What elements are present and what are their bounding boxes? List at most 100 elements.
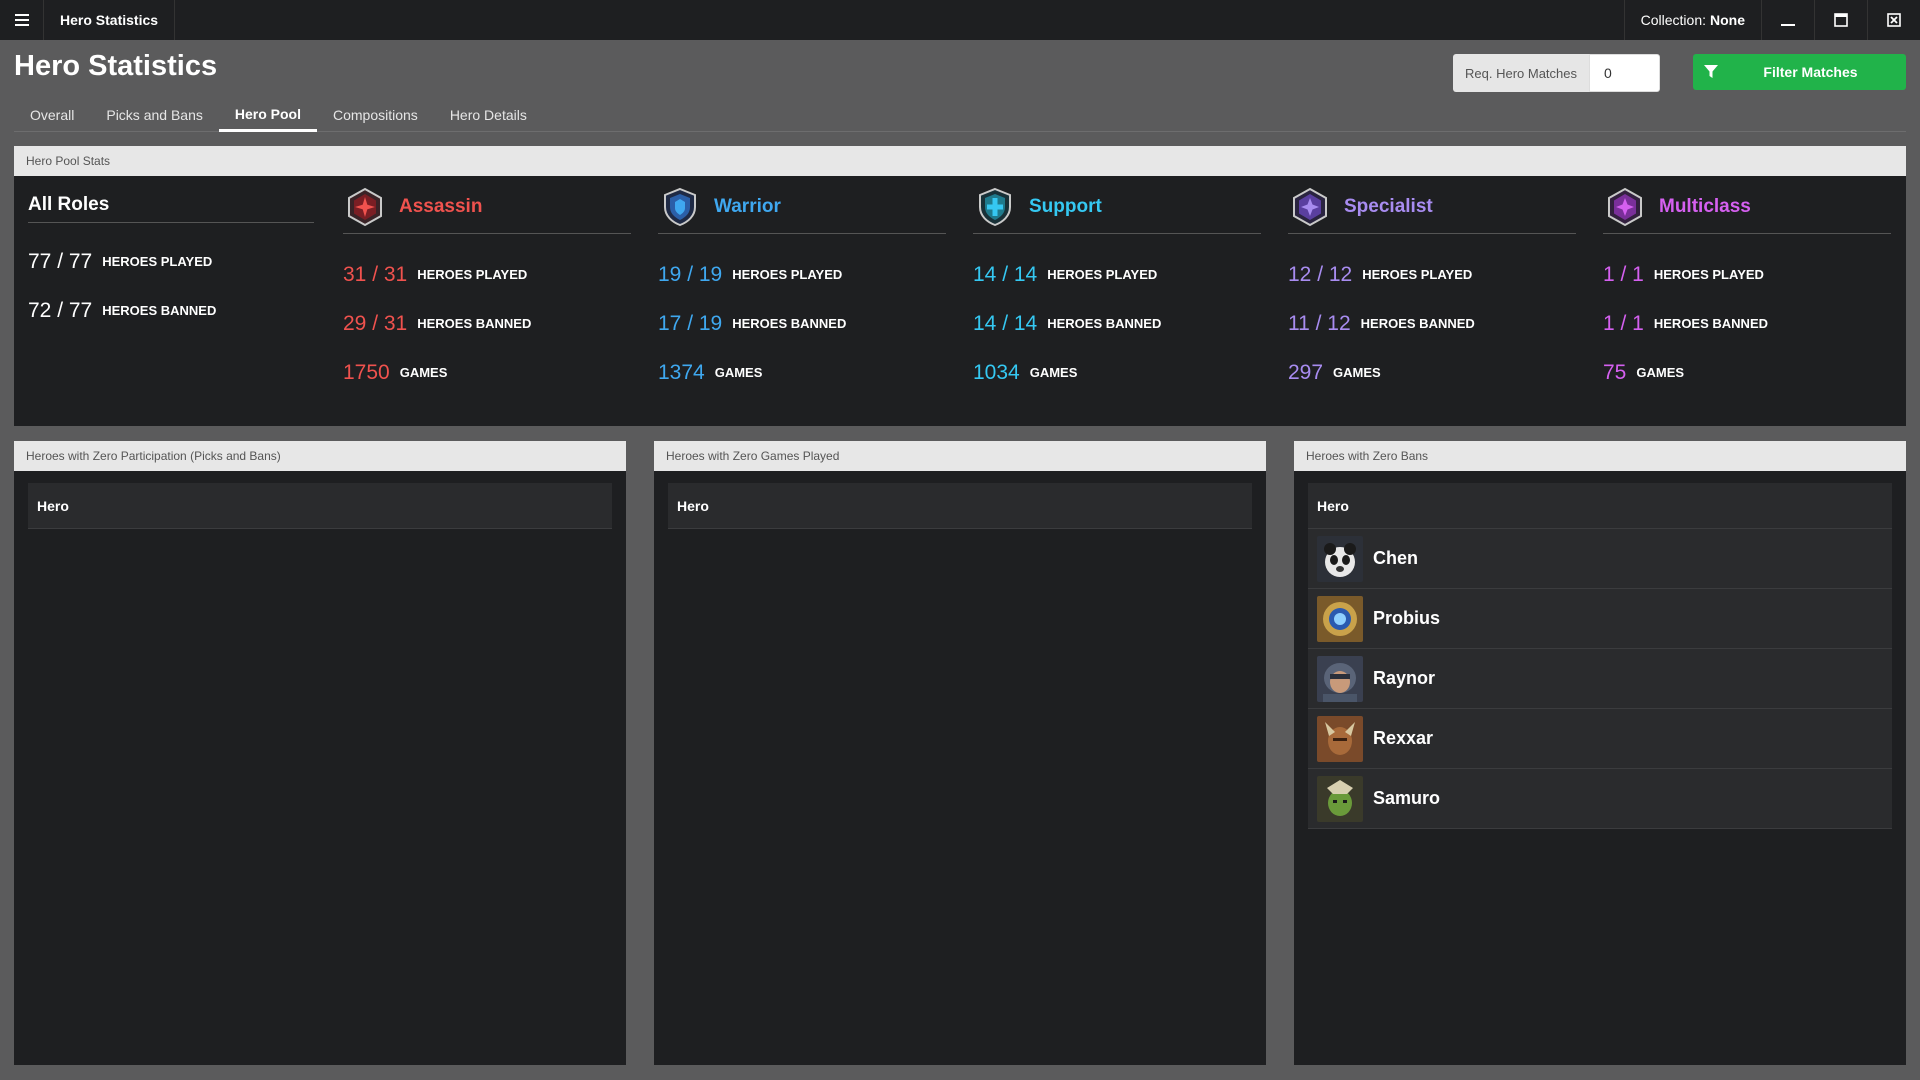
role-multiclass: Multiclass 1 / 1 HEROES PLAYED 1 / 1 HEROE… xyxy=(1603,180,1891,397)
hero-column-header[interactable]: Hero xyxy=(668,483,1252,529)
specialist-icon xyxy=(1293,187,1327,226)
req-hero-matches-input[interactable] xyxy=(1589,54,1660,92)
banned-value: 11 / 12 xyxy=(1288,311,1351,335)
table-row[interactable]: Rexxar xyxy=(1308,709,1892,769)
games-value: 1034 xyxy=(973,360,1020,384)
hero-name: Raynor xyxy=(1373,668,1436,688)
games-label: GAMES xyxy=(1029,365,1078,380)
games-label: GAMES xyxy=(1333,365,1381,380)
played-label: HEROES PLAYED xyxy=(1047,267,1158,282)
hamburger-menu-button[interactable] xyxy=(0,0,44,40)
hero-pool-stats-panel: Hero Pool Stats All Roles 77 / 77 HEROES… xyxy=(14,146,1906,426)
probius-portrait xyxy=(1317,595,1363,642)
banned-label: HEROES BANNED xyxy=(1653,316,1768,331)
collection-value: None xyxy=(1710,12,1745,28)
played-label: HEROES PLAYED xyxy=(1653,267,1764,282)
maximize-button[interactable] xyxy=(1814,0,1867,40)
role-assassin: Assassin 31 / 31 HEROES PLAYED 29 / 31 HER… xyxy=(343,180,631,397)
played-value: 1 / 1 xyxy=(1603,262,1644,286)
table-row[interactable]: Probius xyxy=(1308,589,1892,649)
role-support: Support 14 / 14 HEROES PLAYED 14 / 14 HERO… xyxy=(973,180,1261,397)
filter-icon xyxy=(1693,65,1729,79)
all-roles-played: 77 / 77 HEROES PLAYED xyxy=(28,237,314,286)
filter-matches-label: Filter Matches xyxy=(1763,64,1858,80)
zero-games-title: Heroes with Zero Games Played xyxy=(654,441,1266,471)
banned-label: HEROES BANNED xyxy=(417,316,532,331)
games-value: 1374 xyxy=(658,360,705,384)
games-label: GAMES xyxy=(714,365,763,380)
banned-value: 17 / 19 xyxy=(658,311,723,335)
games-value: 1750 xyxy=(343,360,390,384)
role-warrior: Warrior 19 / 19 HEROES PLAYED 17 / 19 HERO… xyxy=(658,180,946,397)
hero-name: Chen xyxy=(1373,548,1418,568)
title-bar: Hero Statistics Collection: None xyxy=(0,0,1920,40)
raynor-portrait xyxy=(1317,655,1363,702)
played-value: 12 / 12 xyxy=(1288,262,1353,286)
banned-label: HEROES BANNED xyxy=(732,316,847,331)
warrior-icon xyxy=(664,187,696,226)
all-roles-played-label: HEROES PLAYED xyxy=(102,254,213,269)
req-hero-matches-group: Req. Hero Matches xyxy=(1453,54,1660,92)
games-label: GAMES xyxy=(1636,365,1685,380)
collection-selector[interactable]: Collection: None xyxy=(1623,0,1761,40)
banned-value: 1 / 1 xyxy=(1603,311,1644,335)
tab-picks-and-bans[interactable]: Picks and Bans xyxy=(90,98,219,132)
all-roles-banned: 72 / 77 HEROES BANNED xyxy=(28,286,314,335)
table-row[interactable]: Samuro xyxy=(1308,769,1892,829)
role-name: Support xyxy=(1029,195,1102,217)
games-value: 75 xyxy=(1603,360,1627,384)
hamburger-icon xyxy=(14,14,29,26)
tab-hero-pool[interactable]: Hero Pool xyxy=(218,98,317,132)
minimize-icon xyxy=(1781,24,1795,26)
played-label: HEROES PLAYED xyxy=(417,267,528,282)
hero-name: Samuro xyxy=(1373,788,1441,808)
zero-participation-table: Hero xyxy=(28,483,612,529)
zero-bans-table: Hero Chen Probius Raynor Rexxar Samuro xyxy=(1308,483,1892,829)
played-label: HEROES PLAYED xyxy=(732,267,843,282)
played-value: 14 / 14 xyxy=(973,262,1038,286)
close-button[interactable] xyxy=(1867,0,1920,40)
role-name: Assassin xyxy=(399,195,483,217)
tab-compositions[interactable]: Compositions xyxy=(317,98,434,132)
hero-pool-stats-title: Hero Pool Stats xyxy=(14,146,1906,176)
hero-name: Probius xyxy=(1373,608,1441,628)
banned-label: HEROES BANNED xyxy=(1047,316,1162,331)
table-row[interactable]: Chen xyxy=(1308,529,1892,589)
rexxar-portrait xyxy=(1317,715,1363,762)
support-icon xyxy=(979,187,1011,226)
multiclass-icon xyxy=(1608,187,1642,226)
tab-hero-details[interactable]: Hero Details xyxy=(434,98,543,132)
role-name: Warrior xyxy=(714,195,781,217)
role-name: Specialist xyxy=(1344,195,1433,217)
tab-overall[interactable]: Overall xyxy=(14,98,90,132)
hero-column-header[interactable]: Hero xyxy=(28,483,612,529)
close-icon xyxy=(1887,13,1901,27)
page-title: Hero Statistics xyxy=(14,50,218,82)
games-label: GAMES xyxy=(399,365,448,380)
played-label: HEROES PLAYED xyxy=(1362,267,1473,282)
filter-matches-button[interactable]: Filter Matches xyxy=(1693,54,1906,90)
minimize-button[interactable] xyxy=(1761,0,1814,40)
hero-column-header[interactable]: Hero xyxy=(1308,483,1892,529)
all-roles-banned-label: HEROES BANNED xyxy=(102,303,217,318)
table-row[interactable]: Raynor xyxy=(1308,649,1892,709)
window-title: Hero Statistics xyxy=(44,0,176,40)
zero-bans-title: Heroes with Zero Bans xyxy=(1294,441,1906,471)
samuro-portrait xyxy=(1317,775,1363,822)
zero-participation-title: Heroes with Zero Participation (Picks an… xyxy=(14,441,626,471)
zero-games-panel: Heroes with Zero Games Played Hero xyxy=(654,441,1266,1065)
all-roles-section: All Roles 77 / 77 HEROES PLAYED 72 / 77 … xyxy=(28,194,314,335)
collection-label: Collection: xyxy=(1640,12,1706,28)
banned-value: 29 / 31 xyxy=(343,311,408,335)
all-roles-played-value: 77 / 77 xyxy=(28,249,93,273)
role-specialist: Specialist 12 / 12 HEROES PLAYED 11 / 12 H… xyxy=(1288,180,1576,397)
maximize-icon xyxy=(1834,13,1848,27)
games-value: 297 xyxy=(1288,360,1324,384)
banned-value: 14 / 14 xyxy=(973,311,1038,335)
req-hero-matches-label: Req. Hero Matches xyxy=(1453,54,1589,92)
played-value: 19 / 19 xyxy=(658,262,723,286)
role-name: Multiclass xyxy=(1659,195,1751,217)
hero-name: Rexxar xyxy=(1373,728,1434,748)
assassin-icon xyxy=(348,187,382,226)
banned-label: HEROES BANNED xyxy=(1360,316,1475,331)
